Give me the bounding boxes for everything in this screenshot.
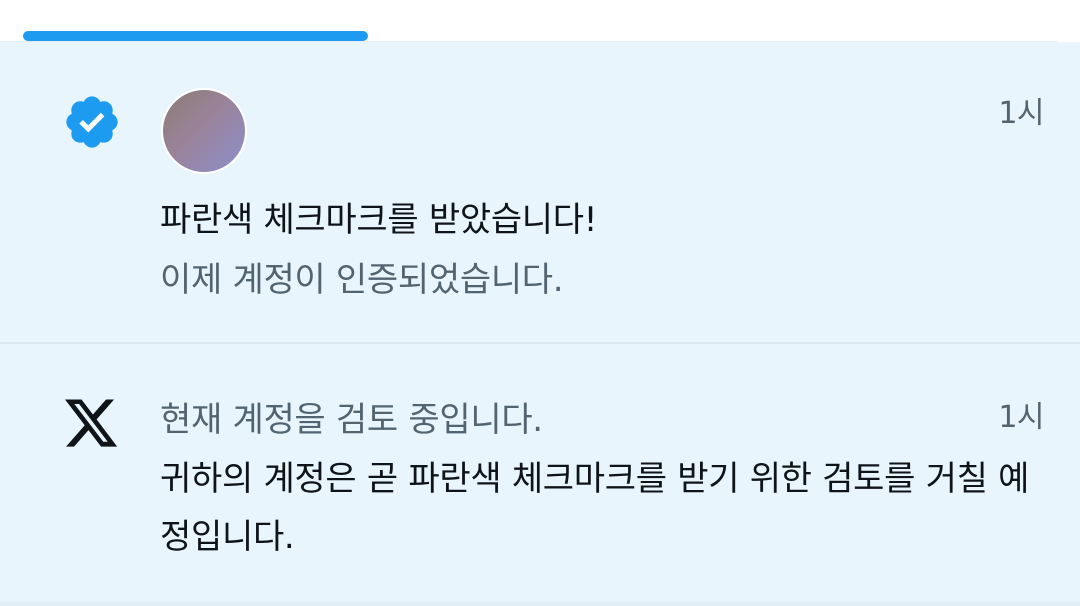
x-logo-icon [65, 399, 118, 447]
notification-title: 현재 계정을 검토 중입니다. [160, 400, 543, 440]
notification-account-review[interactable]: 1시 현재 계정을 검토 중입니다. 귀하의 계정은 곧 파란색 체크마크를 받… [0, 344, 1080, 602]
notification-time: 1시 [998, 96, 1044, 131]
notification-body: 귀하의 계정은 곧 파란색 체크마크를 받기 위한 검토를 거칠 예정입니다. [160, 459, 1030, 557]
notification-time: 1시 [998, 400, 1044, 435]
notification-title: 파란색 체크마크를 받았습니다! [160, 200, 598, 240]
notification-subtitle: 이제 계정이 인증되었습니다. [160, 260, 564, 300]
verified-badge-icon [66, 96, 118, 148]
notifications-tab-bar [0, 0, 1080, 42]
bottom-divider [0, 602, 1080, 606]
active-tab-indicator [23, 31, 368, 41]
notifications-screen: 1시 파란색 체크마크를 받았습니다! 이제 계정이 인증되었습니다. 1시 현… [0, 0, 1080, 606]
avatar[interactable] [161, 88, 247, 174]
notification-verified[interactable]: 1시 파란색 체크마크를 받았습니다! 이제 계정이 인증되었습니다. [0, 42, 1080, 342]
